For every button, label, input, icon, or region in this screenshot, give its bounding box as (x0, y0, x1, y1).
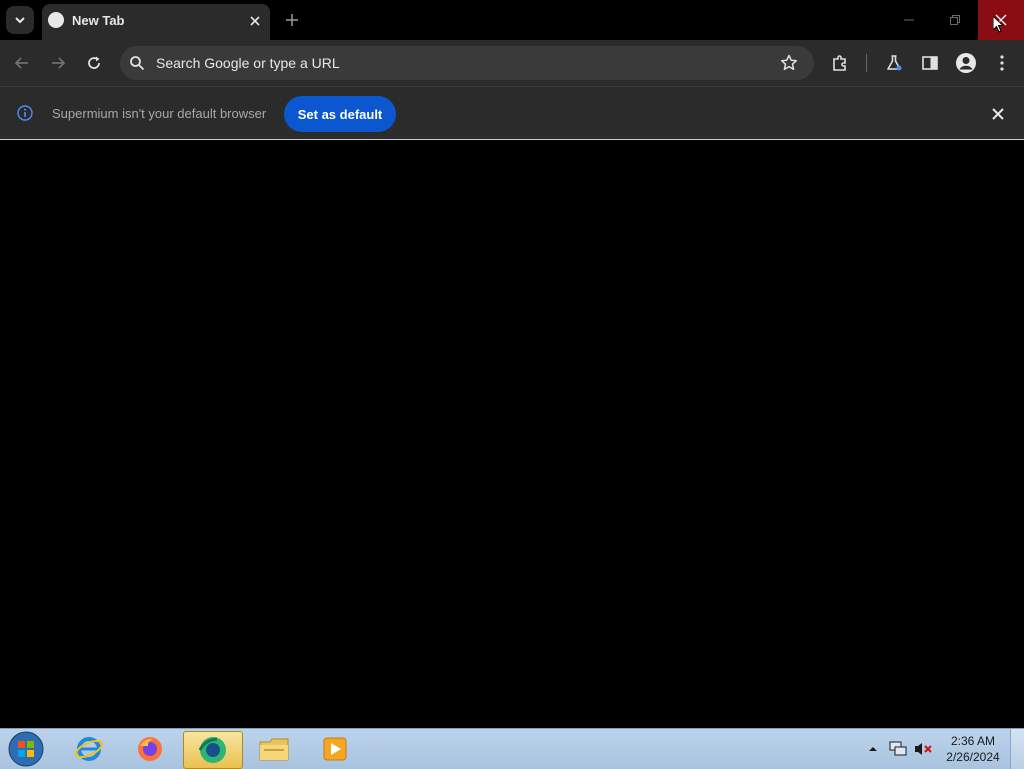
set-as-default-button[interactable]: Set as default (284, 96, 396, 132)
start-button[interactable] (6, 730, 46, 768)
volume-tray-button[interactable] (914, 729, 932, 769)
puzzle-icon (833, 55, 846, 71)
tab-search-button[interactable] (6, 6, 34, 34)
profile-button[interactable] (954, 51, 978, 75)
restore-icon (950, 15, 960, 25)
title-bar: New Tab (0, 0, 1024, 40)
chevron-up-icon (869, 747, 877, 751)
firefox-icon (138, 737, 162, 761)
arrow-right-icon (52, 57, 66, 69)
toolbar-separator (866, 54, 867, 72)
close-icon (250, 16, 260, 26)
kebab-menu-icon (1000, 55, 1004, 71)
clock-date: 2/26/2024 (946, 750, 1000, 764)
taskbar-internet-explorer[interactable] (60, 731, 118, 767)
menu-button[interactable] (990, 51, 1014, 75)
arrow-left-icon (14, 57, 28, 69)
taskbar-file-explorer[interactable] (245, 731, 303, 767)
tab-close-button[interactable] (246, 12, 264, 30)
page-content (0, 140, 1024, 728)
browser-toolbar: Search Google or type a URL (0, 40, 1024, 86)
chevron-down-icon (15, 17, 25, 24)
show-hidden-icons-button[interactable] (868, 729, 878, 769)
avatar-icon (956, 53, 976, 73)
taskbar: 2:36 AM 2/26/2024 (0, 728, 1024, 769)
bookmark-star-icon[interactable] (780, 54, 798, 72)
globe-icon (48, 12, 64, 28)
taskbar-firefox[interactable] (121, 731, 179, 767)
infobar-message: Supermium isn't your default browser (52, 106, 267, 121)
show-desktop-button[interactable] (1010, 729, 1024, 769)
restore-button[interactable] (932, 0, 978, 40)
windows-orb-icon (8, 731, 44, 767)
reload-button[interactable] (82, 51, 106, 75)
file-explorer-icon (259, 738, 289, 761)
default-browser-infobar: Supermium isn't your default browser Set… (0, 86, 1024, 140)
minimize-button[interactable] (886, 0, 932, 40)
media-player-icon (323, 737, 347, 761)
omnibox[interactable]: Search Google or type a URL (120, 46, 814, 80)
mouse-cursor-icon (993, 16, 1005, 33)
close-icon (992, 108, 1004, 120)
volume-muted-icon (915, 743, 932, 755)
taskbar-media-player[interactable] (306, 731, 364, 767)
omnibox-placeholder: Search Google or type a URL (156, 55, 340, 71)
back-button[interactable] (10, 51, 34, 75)
clock-time: 2:36 AM (950, 734, 996, 748)
taskbar-clock[interactable]: 2:36 AM 2/26/2024 (940, 733, 1006, 765)
taskbar-supermium[interactable] (183, 731, 243, 769)
internet-explorer-icon (75, 737, 103, 761)
infobar-close-button[interactable] (988, 104, 1008, 124)
new-tab-button[interactable] (282, 10, 302, 30)
flask-icon (887, 55, 902, 71)
minimize-icon (904, 19, 914, 21)
search-icon (130, 56, 145, 71)
labs-button[interactable] (882, 51, 906, 75)
network-icon (889, 741, 907, 756)
side-panel-button[interactable] (918, 51, 942, 75)
side-panel-icon (922, 56, 938, 70)
tab-new-tab[interactable]: New Tab (42, 4, 270, 40)
supermium-icon (198, 737, 226, 763)
plus-icon (286, 14, 298, 26)
reload-icon (88, 56, 100, 69)
forward-button[interactable] (46, 51, 70, 75)
extensions-button[interactable] (828, 51, 852, 75)
tab-title: New Tab (72, 13, 125, 28)
info-icon (17, 105, 33, 121)
network-tray-button[interactable] (889, 729, 907, 769)
